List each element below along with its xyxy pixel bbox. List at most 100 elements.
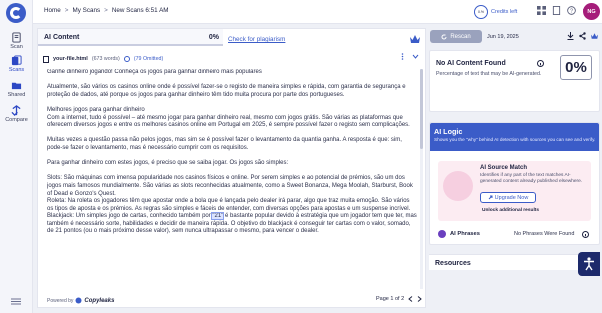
more-icon[interactable] bbox=[399, 53, 406, 60]
pagination: Page 1 of 2 bbox=[376, 296, 422, 302]
page-indicator: Page 1 of 2 bbox=[376, 296, 405, 302]
rescan-row: Rescan Jun 19, 2025 bbox=[429, 30, 600, 44]
top-bar: Home > My Scans > New Scans 6:51 AM 0.% … bbox=[33, 0, 602, 24]
upgrade-label: Upgrade Now bbox=[494, 194, 529, 201]
paragraph: Ganhe dinheiro jogando! Conheça os jogos… bbox=[47, 69, 262, 75]
ai-result-title: No AI Content Found bbox=[436, 60, 506, 67]
breadcrumb-current: New Scans 6:51 AM bbox=[111, 7, 169, 14]
avatar[interactable]: NG bbox=[583, 3, 600, 20]
source-match-title: AI Source Match bbox=[480, 165, 528, 171]
ai-content-label: AI Content bbox=[44, 34, 80, 41]
results-panel: Rescan Jun 19, 2025 No AI Content Found … bbox=[429, 28, 600, 313]
resources-section[interactable]: Resources bbox=[429, 254, 600, 270]
download-icon[interactable] bbox=[567, 32, 574, 40]
ai-content-percentage: 0% bbox=[208, 34, 219, 41]
copyleaks-mark-icon bbox=[75, 297, 82, 304]
ai-phrases-status: No Phrases Were Found bbox=[514, 231, 575, 237]
info-icon[interactable] bbox=[537, 60, 544, 67]
external-link-icon bbox=[488, 195, 493, 200]
grid-icon[interactable] bbox=[537, 6, 546, 15]
ai-logic-header: AI Logic Shows you the "why" behind AI d… bbox=[430, 123, 599, 151]
paragraph: Muitas vezes a questão passa não pelos j… bbox=[47, 137, 402, 151]
unlock-label: Unlock additional results bbox=[482, 208, 540, 213]
sidebar-item-compare[interactable]: Compare bbox=[0, 105, 33, 123]
file-icon bbox=[43, 55, 49, 63]
scan-date: Jun 19, 2025 bbox=[487, 34, 519, 40]
crown-icon[interactable] bbox=[410, 35, 420, 43]
rescan-label: Rescan bbox=[450, 33, 471, 40]
collapse-icon[interactable] bbox=[11, 298, 21, 305]
copyleaks-logo[interactable] bbox=[6, 3, 26, 23]
breadcrumb-scans[interactable]: My Scans bbox=[72, 7, 100, 14]
share-icon[interactable] bbox=[579, 32, 586, 40]
ai-phrases-icon bbox=[438, 230, 446, 238]
ai-result-description: Percentage of text that may be AI-genera… bbox=[436, 71, 542, 77]
ai-source-match-box: AI Source Match Identifies if any part o… bbox=[438, 161, 591, 221]
paragraph: Roleta: Na roleta os jogadores têm que a… bbox=[47, 198, 411, 212]
chevron-left-icon[interactable] bbox=[408, 296, 413, 302]
accessibility-icon bbox=[584, 257, 594, 271]
ai-percentage-box: 0% bbox=[560, 55, 592, 80]
paragraph: Slots: São máquinas com imensa popularid… bbox=[47, 175, 413, 197]
ai-phrases-row[interactable]: AI Phrases No Phrases Were Found bbox=[438, 229, 593, 241]
crown-icon[interactable] bbox=[591, 32, 598, 40]
paragraph: Melhores jogos para ganhar dinheiro Com … bbox=[47, 106, 410, 129]
sidebar-item-label: Compare bbox=[5, 117, 28, 123]
paragraph: Atualmente, são vários os casinos online… bbox=[47, 84, 406, 98]
word-count: (673 words) bbox=[91, 56, 120, 62]
text-scrollbar[interactable] bbox=[420, 69, 423, 289]
text-run: Blackjack: Um simples jogo de cartas, co… bbox=[47, 213, 213, 220]
paragraph: Blackjack: Um simples jogo de cartas, co… bbox=[47, 212, 417, 236]
report-text-panel: AI Content 0% Check for plagiarism your-… bbox=[37, 28, 426, 308]
scans-icon bbox=[11, 55, 22, 66]
shared-icon bbox=[11, 82, 22, 90]
games-list: Slots: São máquinas com imensa popularid… bbox=[47, 175, 417, 236]
scanned-text: Ganhe dinheiro jogando! Conheça os jogos… bbox=[47, 69, 417, 289]
sidebar-item-label: Scan bbox=[10, 44, 23, 50]
sidebar-item-label: Scans bbox=[8, 67, 25, 73]
source-match-description: Identifies if any part of the text match… bbox=[480, 173, 583, 184]
help-icon[interactable]: ? bbox=[567, 6, 576, 15]
ai-logic-card: AI Logic Shows you the "why" behind AI d… bbox=[429, 122, 600, 245]
scan-icon bbox=[12, 32, 21, 43]
sidebar-item-shared[interactable]: Shared bbox=[0, 80, 33, 98]
file-info-row: your-file.html (673 words) (79 Omitted) bbox=[38, 53, 427, 65]
info-icon[interactable] bbox=[582, 231, 589, 238]
accessibility-button[interactable] bbox=[578, 252, 600, 276]
svg-text:?: ? bbox=[570, 9, 573, 15]
document-icon[interactable] bbox=[552, 6, 561, 15]
sidebar-item-label: Shared bbox=[7, 92, 26, 98]
file-name: your-file.html bbox=[53, 56, 88, 62]
ai-logic-title: AI Logic bbox=[434, 127, 463, 136]
left-rail: Scan Scans Shared Compare bbox=[0, 0, 33, 313]
breadcrumb: Home > My Scans > New Scans 6:51 AM bbox=[44, 7, 169, 14]
credits-indicator[interactable]: 0.% Credits left bbox=[474, 5, 517, 19]
paragraph: Para ganhar dinheiro com estes jogos, é … bbox=[47, 160, 289, 167]
ai-phrases-label: AI Phrases bbox=[450, 231, 480, 237]
source-match-illustration-icon bbox=[443, 171, 473, 201]
tab-ai-content[interactable]: AI Content 0% bbox=[38, 29, 223, 46]
credits-label: Credits left bbox=[491, 9, 518, 15]
highlighted-phrase[interactable]: "21" bbox=[211, 212, 225, 221]
powered-by-brand: Copyleaks bbox=[84, 297, 115, 304]
breadcrumb-separator: > bbox=[104, 7, 108, 14]
rescan-button[interactable]: Rescan bbox=[430, 30, 482, 43]
upgrade-button[interactable]: Upgrade Now bbox=[480, 192, 536, 203]
omitted-count[interactable]: (79 Omitted) bbox=[134, 56, 163, 62]
chevron-right-icon[interactable] bbox=[417, 296, 422, 302]
sidebar-item-scans[interactable]: Scans bbox=[0, 55, 33, 73]
refresh-icon bbox=[441, 34, 447, 39]
powered-by-label: Powered by bbox=[47, 297, 74, 304]
ai-result-card: No AI Content Found Percentage of text t… bbox=[429, 50, 600, 112]
chevron-down-icon[interactable] bbox=[412, 53, 419, 60]
compare-icon bbox=[11, 105, 21, 116]
plagiarism-link[interactable]: Check for plagiarism bbox=[228, 36, 285, 43]
powered-by: Powered by Copyleaks bbox=[47, 297, 114, 304]
sidebar-item-scan[interactable]: Scan bbox=[0, 32, 33, 50]
resources-label: Resources bbox=[435, 260, 471, 267]
omitted-icon bbox=[123, 56, 130, 62]
credits-ring: 0.% bbox=[474, 5, 488, 19]
breadcrumb-separator: > bbox=[64, 7, 69, 14]
breadcrumb-home[interactable]: Home bbox=[44, 7, 61, 14]
ai-logic-subtitle: Shows you the "why" behind AI detection … bbox=[434, 137, 596, 142]
